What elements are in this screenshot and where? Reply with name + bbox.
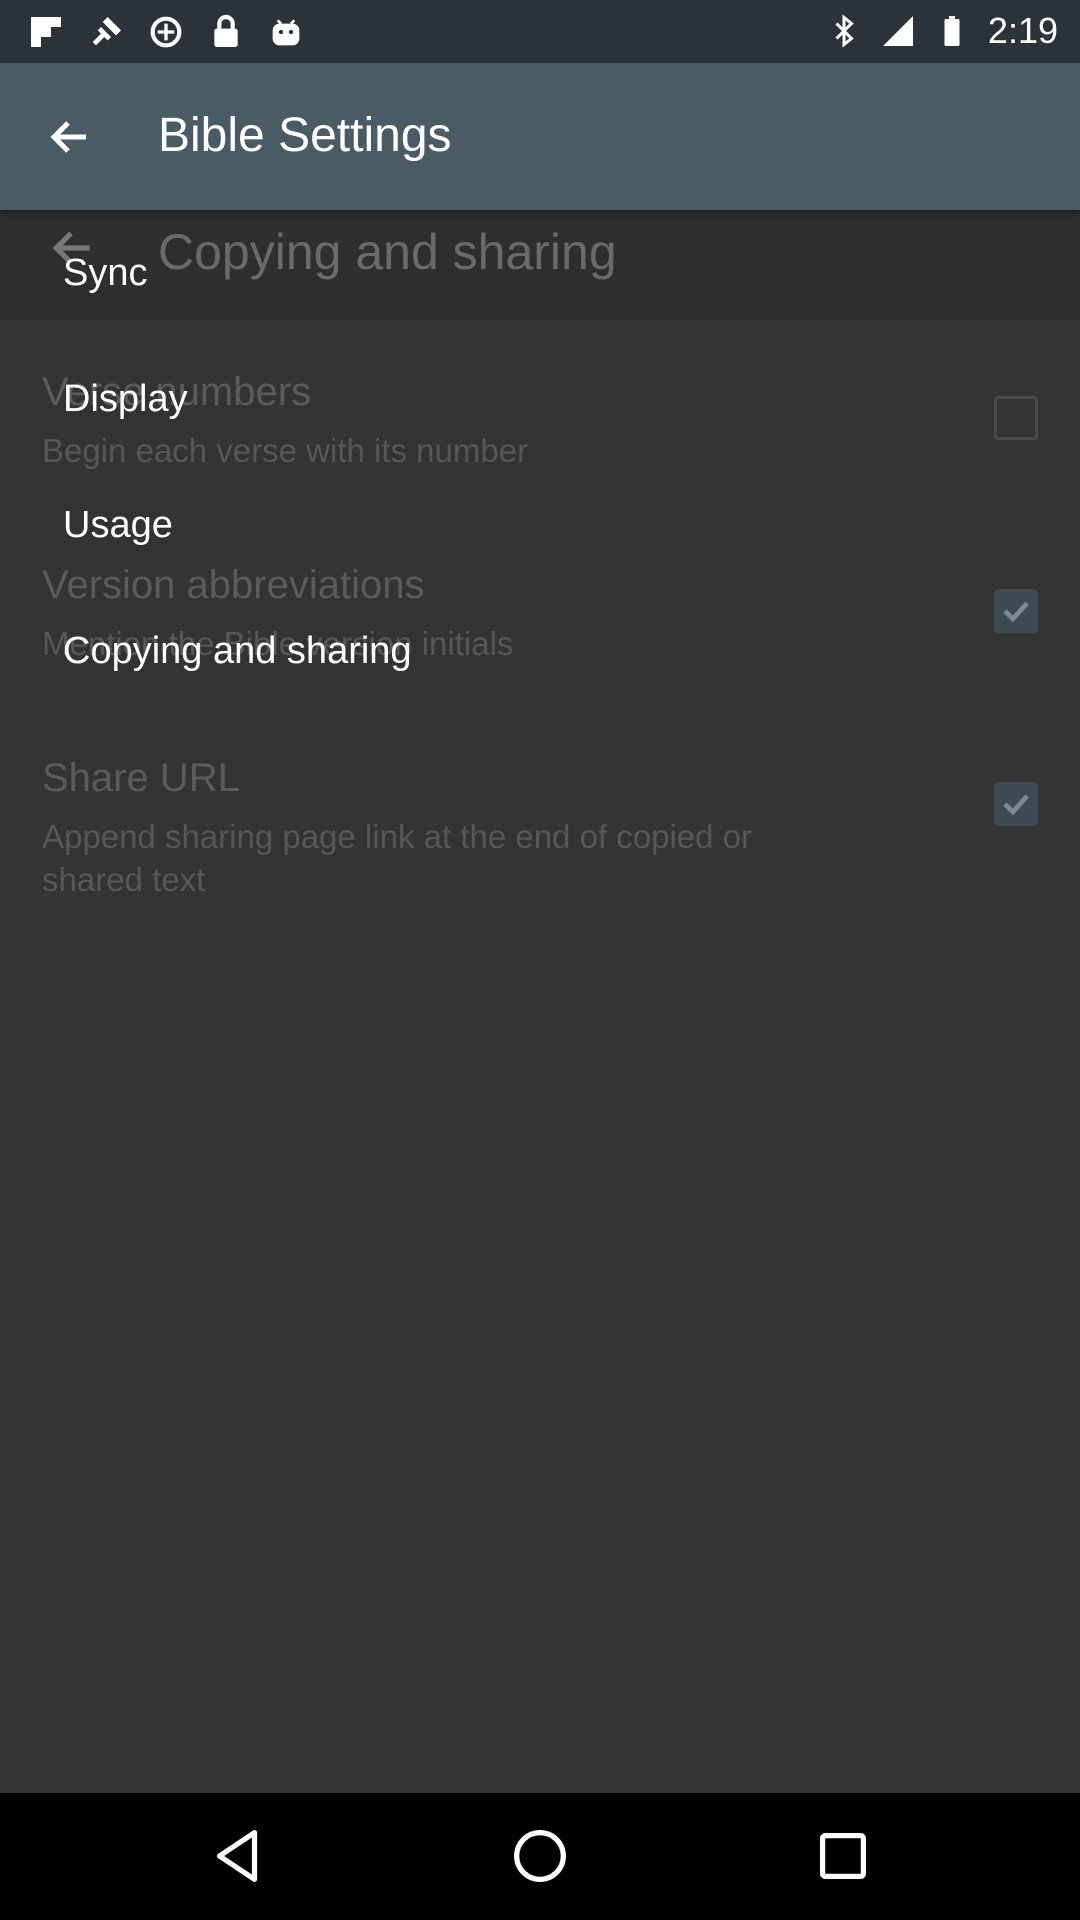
bluetooth-icon (835, 14, 854, 48)
background-settings-page: Copying and sharing Verse numbers Begin … (0, 63, 1080, 1793)
navigation-bar (0, 1793, 1080, 1920)
android-icon (272, 19, 300, 46)
menu-item-copying-and-sharing[interactable]: Copying and sharing (63, 630, 412, 673)
status-icons-left (26, 12, 306, 52)
verse-numbers-checkbox[interactable] (994, 396, 1038, 440)
pref-verse-numbers[interactable]: Verse numbers Begin each verse with its … (42, 370, 1038, 472)
status-clock: 2:19 (987, 10, 1058, 51)
back-icon[interactable] (202, 1821, 272, 1891)
menu-item-usage[interactable]: Usage (63, 504, 173, 547)
background-page-title: Copying and sharing (158, 224, 617, 280)
app-bar: Bible Settings (0, 63, 1080, 210)
page-title: Bible Settings (158, 109, 452, 162)
version-abbreviations-checkbox[interactable] (994, 589, 1038, 633)
back-arrow-icon[interactable] (46, 113, 94, 161)
status-icons-right: 2:19 (826, 10, 1058, 52)
flipboard-icon (31, 17, 61, 47)
pref-share-url[interactable]: Share URL Append sharing page link at th… (42, 756, 1038, 901)
lock-icon (214, 14, 238, 47)
menu-item-display[interactable]: Display (63, 378, 188, 421)
menu-item-sync[interactable]: Sync (63, 252, 147, 295)
checkmark-icon (1003, 601, 1029, 623)
fake-gps-icon (92, 17, 121, 46)
pref-title: Share URL (42, 756, 240, 800)
pref-title: Version abbreviations (42, 563, 425, 607)
pref-summary: Append sharing page link at the end of c… (42, 818, 753, 898)
status-bar: 2:19 (0, 0, 1080, 63)
pref-summary: Begin each verse with its number (42, 432, 529, 469)
pref-title: Verse numbers (42, 370, 312, 414)
checkmark-icon (1003, 794, 1029, 816)
home-icon[interactable] (505, 1821, 575, 1891)
data-saver-icon (150, 16, 182, 48)
share-url-checkbox[interactable] (994, 782, 1038, 826)
battery-icon (944, 16, 960, 46)
signal-icon (882, 16, 913, 46)
recents-icon[interactable] (808, 1821, 878, 1891)
